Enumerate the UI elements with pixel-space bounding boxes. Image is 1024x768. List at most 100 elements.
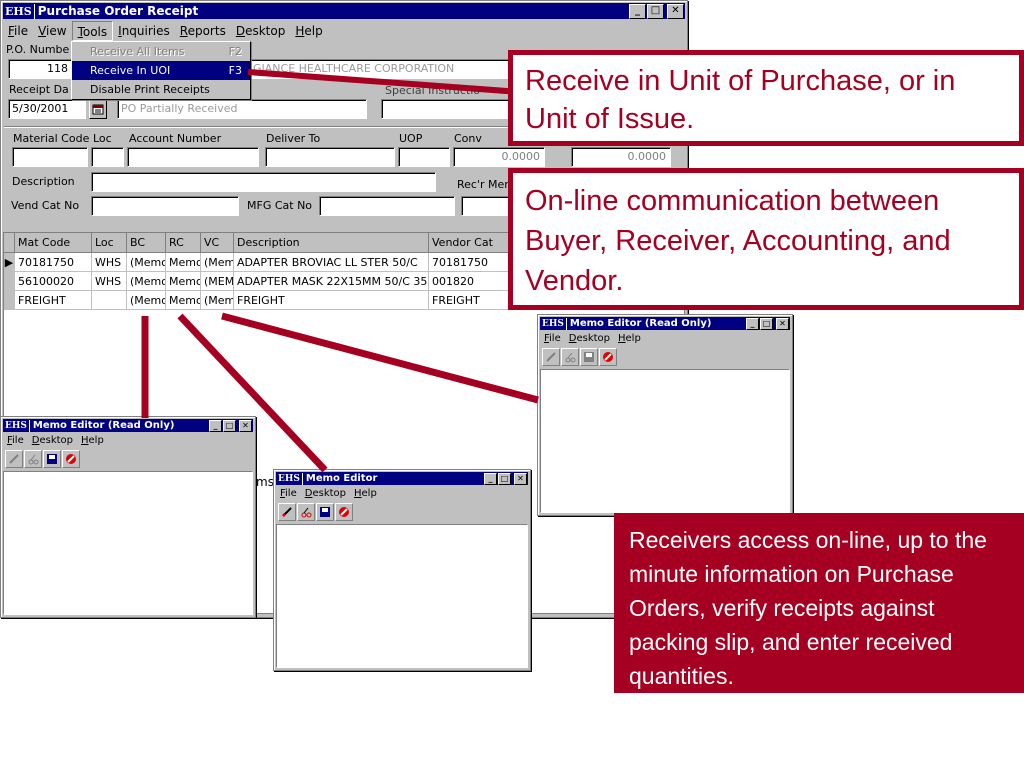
col-loc[interactable]: Loc (91, 233, 127, 253)
row-selector[interactable] (4, 271, 15, 291)
col-vendor-cat[interactable]: Vendor Cat (428, 233, 516, 253)
col-mat-code[interactable]: Mat Code (14, 233, 92, 253)
cell-vc[interactable]: (Memo (200, 290, 234, 310)
cell-vendor-cat[interactable]: 70181750 (428, 252, 516, 272)
menu-inquiries[interactable]: Inquiries (113, 21, 175, 41)
pencil-icon[interactable] (278, 503, 296, 521)
cell-mat-code[interactable]: 70181750 (14, 252, 92, 272)
loc-field[interactable] (91, 147, 124, 167)
menu-desktop[interactable]: Desktop (301, 487, 350, 501)
save-icon[interactable] (316, 503, 334, 521)
special-instructions-field[interactable] (381, 99, 511, 119)
vendor-field[interactable]: GIANCE HEALTHCARE CORPORATION (249, 59, 509, 79)
menu-item-receive-all[interactable]: Receive All Items F2 (72, 42, 250, 61)
minimize-button[interactable]: _ (484, 473, 497, 485)
menu-reports[interactable]: Reports (175, 21, 231, 41)
no-entry-icon[interactable] (599, 348, 617, 366)
cell-rc[interactable]: Memo (165, 252, 201, 272)
memo-text-area[interactable] (3, 471, 253, 615)
cell-loc[interactable]: WHS (91, 271, 127, 291)
cut-icon[interactable] (297, 503, 315, 521)
calendar-icon[interactable] (89, 100, 107, 119)
receipt-status-field[interactable]: PO Partially Received (117, 99, 367, 119)
pencil-icon[interactable] (542, 348, 560, 366)
memo-titlebar[interactable]: EHS Memo Editor (Read Only) _ □ ✕ (540, 317, 790, 330)
no-entry-icon[interactable] (62, 450, 80, 468)
close-button[interactable]: ✕ (776, 318, 789, 330)
maximize-button[interactable]: □ (760, 318, 773, 330)
menu-tools[interactable]: Tools (71, 21, 114, 41)
menu-file[interactable]: File (276, 487, 301, 501)
close-button[interactable]: ✕ (239, 420, 252, 432)
minimize-button[interactable]: _ (629, 4, 646, 19)
menu-help[interactable]: Help (77, 434, 108, 448)
material-code-field[interactable] (12, 147, 88, 167)
close-button[interactable]: ✕ (667, 4, 684, 19)
cell-rc[interactable]: Memo (165, 271, 201, 291)
maximize-button[interactable]: □ (647, 4, 664, 19)
table-row[interactable]: FREIGHT (Memo Memo (Memo FREIGHT FREIGHT (4, 290, 516, 310)
cell-vendor-cat[interactable]: FREIGHT (428, 290, 516, 310)
memo-text-area[interactable] (276, 524, 528, 668)
cell-vc[interactable]: (MEM (200, 271, 234, 291)
menu-file[interactable]: File (540, 332, 565, 346)
table-row[interactable]: ▶ 70181750 WHS (Memo Memo (Memo ADAPTER … (4, 252, 516, 272)
memo-titlebar[interactable]: EHS Memo Editor (Read Only) _ □ ✕ (3, 419, 253, 432)
vend-cat-field[interactable] (91, 196, 239, 216)
menu-view[interactable]: View (33, 21, 71, 41)
menu-help[interactable]: Help (614, 332, 645, 346)
menu-file[interactable]: File (3, 21, 33, 41)
receipt-date-field[interactable]: 5/30/2001 (8, 99, 86, 119)
menu-file[interactable]: File (3, 434, 28, 448)
conv-field[interactable]: 0.0000 (453, 147, 545, 167)
cell-rc[interactable]: Memo (165, 290, 201, 310)
col-description[interactable]: Description (233, 233, 429, 253)
menu-desktop[interactable]: Desktop (231, 21, 291, 41)
cell-vendor-cat[interactable]: 001820 (428, 271, 516, 291)
col-bc[interactable]: BC (126, 233, 166, 253)
memo-titlebar[interactable]: EHS Memo Editor _ □ ✕ (276, 472, 528, 485)
menu-help[interactable]: Help (290, 21, 327, 41)
maximize-button[interactable]: □ (223, 420, 236, 432)
minimize-button[interactable]: _ (746, 318, 759, 330)
row-selector[interactable] (4, 290, 15, 310)
window-titlebar[interactable]: EHS Purchase Order Receipt _ □ ✕ (3, 3, 685, 19)
description-field[interactable] (91, 172, 436, 192)
no-entry-icon[interactable] (335, 503, 353, 521)
cell-vc[interactable]: (Memo (200, 252, 234, 272)
po-number-field[interactable]: 118 (8, 59, 72, 79)
menu-item-receive-in-uoi[interactable]: Receive In UOI F3 (72, 61, 250, 80)
minimize-button[interactable]: _ (209, 420, 222, 432)
cell-bc[interactable]: (Memo (126, 252, 166, 272)
cell-bc[interactable]: (Memo (126, 290, 166, 310)
maximize-button[interactable]: □ (498, 473, 511, 485)
col-rc[interactable]: RC (165, 233, 201, 253)
cell-loc[interactable] (91, 290, 127, 310)
deliver-to-field[interactable] (265, 147, 395, 167)
cell-mat-code[interactable]: FREIGHT (14, 290, 92, 310)
menu-help[interactable]: Help (350, 487, 381, 501)
menu-desktop[interactable]: Desktop (28, 434, 77, 448)
cell-description[interactable]: FREIGHT (233, 290, 429, 310)
uop-field[interactable] (398, 147, 450, 167)
cut-icon[interactable] (24, 450, 42, 468)
pencil-icon[interactable] (5, 450, 23, 468)
amount-field[interactable]: 0.0000 (571, 147, 671, 167)
save-icon[interactable] (43, 450, 61, 468)
cell-description[interactable]: ADAPTER BROVIAC LL STER 50/C (233, 252, 429, 272)
cell-description[interactable]: ADAPTER MASK 22X15MM 50/C 35 (233, 271, 429, 291)
menu-item-disable-print[interactable]: Disable Print Receipts (72, 80, 250, 99)
cell-loc[interactable]: WHS (91, 252, 127, 272)
menu-desktop[interactable]: Desktop (565, 332, 614, 346)
mfg-cat-field[interactable] (319, 196, 455, 216)
memo-text-area[interactable] (540, 369, 790, 513)
save-icon[interactable] (580, 348, 598, 366)
table-row[interactable]: 56100020 WHS (Memo Memo (MEM ADAPTER MAS… (4, 271, 516, 291)
row-selector-icon[interactable]: ▶ (4, 252, 15, 272)
close-button[interactable]: ✕ (514, 473, 527, 485)
cut-icon[interactable] (561, 348, 579, 366)
col-vc[interactable]: VC (200, 233, 234, 253)
cell-mat-code[interactable]: 56100020 (14, 271, 92, 291)
account-number-field[interactable] (127, 147, 259, 167)
cell-bc[interactable]: (Memo (126, 271, 166, 291)
